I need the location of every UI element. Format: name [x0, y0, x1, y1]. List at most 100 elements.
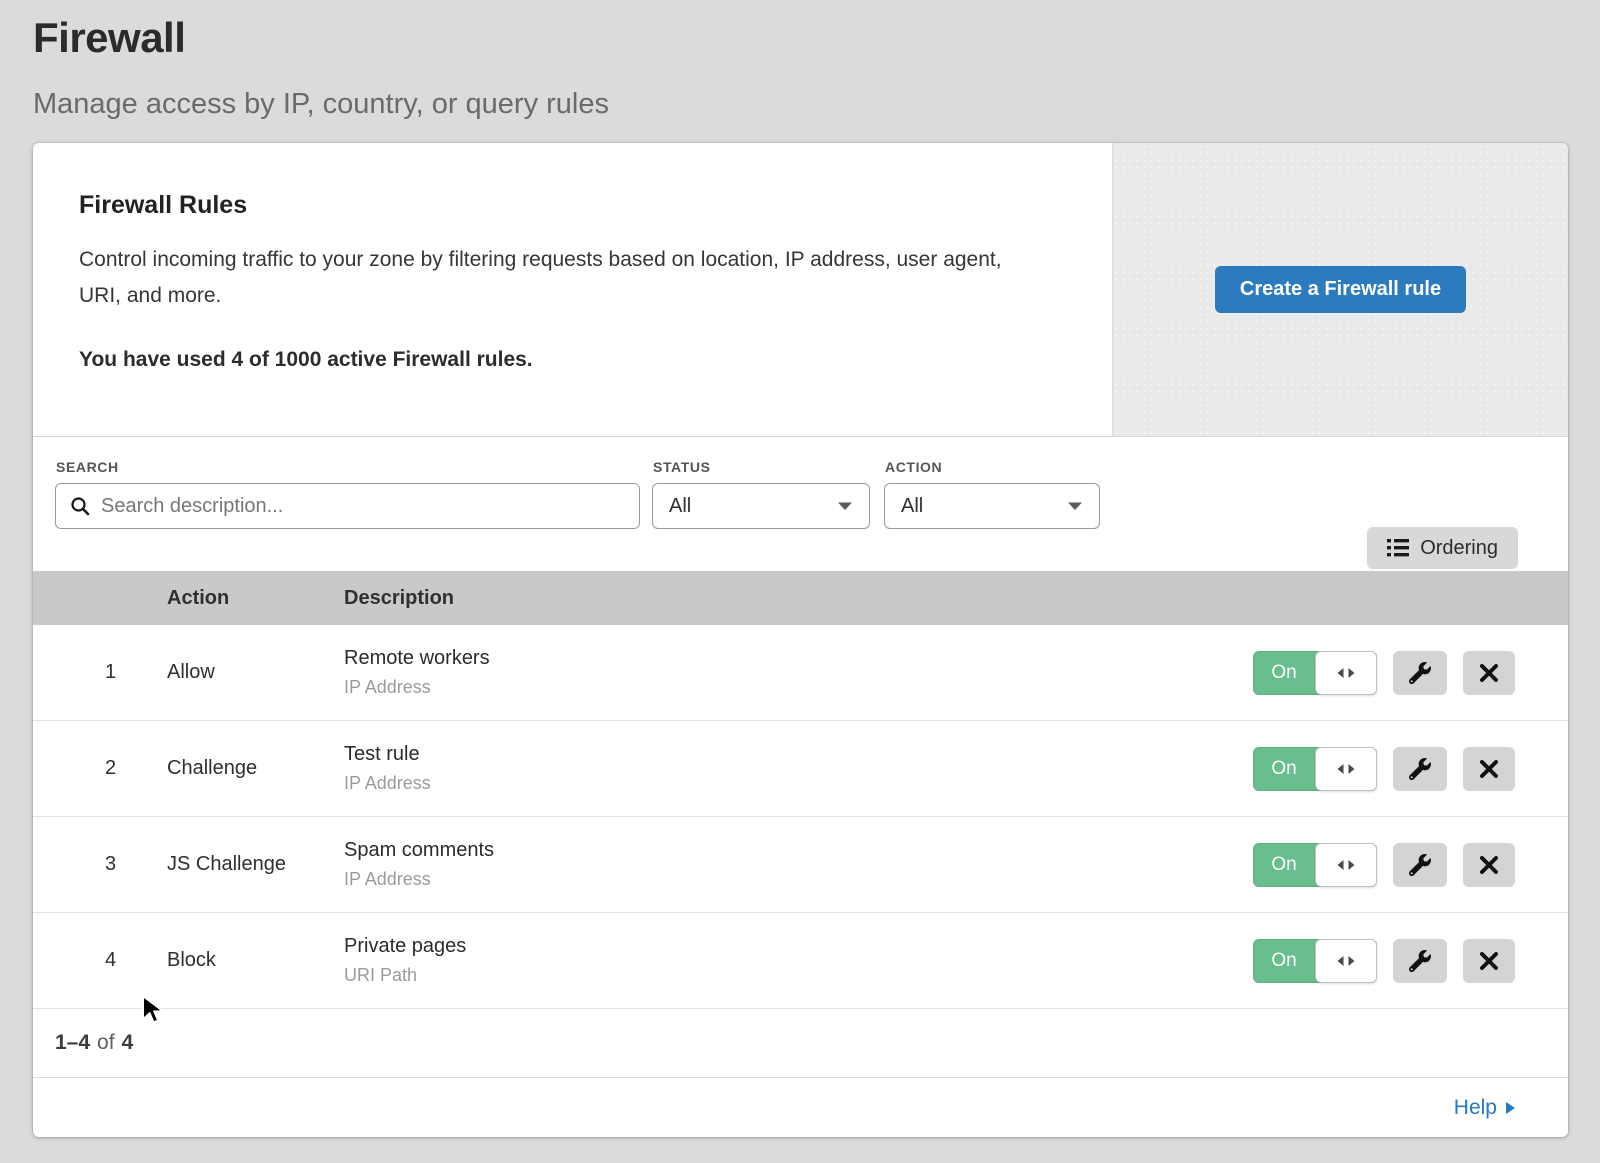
rule-match-type: IP Address — [344, 773, 1253, 794]
create-firewall-rule-button[interactable]: Create a Firewall rule — [1215, 266, 1466, 313]
close-icon — [1480, 952, 1498, 970]
toggle-state-label: On — [1253, 939, 1315, 983]
table-row: 1 Allow Remote workers IP Address On — [33, 625, 1568, 721]
action-column-header: Action — [167, 587, 344, 610]
rule-priority: 3 — [33, 853, 167, 876]
rule-description-cell: Spam comments IP Address — [344, 839, 1253, 890]
left-right-arrows-icon — [1337, 763, 1355, 775]
arrow-right-icon — [1505, 1101, 1516, 1115]
page-subtitle: Manage access by IP, country, or query r… — [33, 88, 1600, 121]
delete-rule-button[interactable] — [1463, 843, 1515, 887]
search-box[interactable] — [55, 483, 640, 529]
pagination-bar: 1–4 of 4 — [33, 1009, 1568, 1078]
delete-rule-button[interactable] — [1463, 747, 1515, 791]
edit-rule-button[interactable] — [1393, 939, 1447, 983]
edit-rule-button[interactable] — [1393, 651, 1447, 695]
edit-rule-button[interactable] — [1393, 747, 1447, 791]
rule-action: JS Challenge — [167, 853, 344, 876]
help-link-label: Help — [1454, 1096, 1497, 1120]
rule-description: Private pages — [344, 935, 1253, 958]
status-select[interactable]: All — [652, 483, 870, 529]
rule-description: Test rule — [344, 743, 1253, 766]
ordering-button-label: Ordering — [1420, 537, 1498, 560]
page-header: Firewall Manage access by IP, country, o… — [0, 0, 1600, 121]
toggle-knob[interactable] — [1315, 843, 1377, 887]
table-row: 3 JS Challenge Spam comments IP Address … — [33, 817, 1568, 913]
pagination-of: of — [97, 1031, 115, 1055]
rule-description: Spam comments — [344, 839, 1253, 862]
toggle-knob[interactable] — [1315, 651, 1377, 695]
create-rule-panel: Create a Firewall rule — [1112, 143, 1568, 436]
card-footer: Help — [33, 1078, 1568, 1137]
wrench-icon — [1409, 854, 1431, 876]
rule-match-type: IP Address — [344, 677, 1253, 698]
rule-action: Challenge — [167, 757, 344, 780]
table-row: 4 Block Private pages URI Path On — [33, 913, 1568, 1009]
action-filter-group: ACTION All — [884, 459, 1100, 529]
toggle-state-label: On — [1253, 747, 1315, 791]
delete-rule-button[interactable] — [1463, 939, 1515, 983]
rule-priority: 1 — [33, 661, 167, 684]
rule-controls: On — [1253, 939, 1568, 983]
search-input[interactable] — [101, 495, 625, 518]
intro-heading: Firewall Rules — [79, 191, 1066, 220]
action-select[interactable]: All — [884, 483, 1100, 529]
firewall-rules-card: Firewall Rules Control incoming traffic … — [33, 143, 1568, 1137]
rule-description-cell: Remote workers IP Address — [344, 647, 1253, 698]
pagination-range: 1–4 — [55, 1031, 90, 1055]
rule-enabled-toggle[interactable]: On — [1253, 939, 1377, 983]
wrench-icon — [1409, 950, 1431, 972]
help-link[interactable]: Help — [1454, 1096, 1516, 1120]
close-icon — [1480, 856, 1498, 874]
rule-controls: On — [1253, 843, 1568, 887]
toggle-state-label: On — [1253, 843, 1315, 887]
rule-action: Allow — [167, 661, 344, 684]
left-right-arrows-icon — [1337, 859, 1355, 871]
rule-action: Block — [167, 949, 344, 972]
ordered-list-icon — [1387, 538, 1409, 558]
rule-enabled-toggle[interactable]: On — [1253, 747, 1377, 791]
status-select-value: All — [669, 495, 691, 518]
status-filter-group: STATUS All — [652, 459, 870, 529]
rule-description-cell: Test rule IP Address — [344, 743, 1253, 794]
toggle-state-label: On — [1253, 651, 1315, 695]
search-filter-group: SEARCH — [55, 459, 640, 529]
rule-controls: On — [1253, 651, 1568, 695]
chevron-down-icon — [837, 501, 853, 511]
wrench-icon — [1409, 662, 1431, 684]
ordering-button[interactable]: Ordering — [1367, 527, 1518, 569]
status-label: STATUS — [653, 459, 870, 475]
rule-description-cell: Private pages URI Path — [344, 935, 1253, 986]
action-select-value: All — [901, 495, 923, 518]
intro-text-block: Firewall Rules Control incoming traffic … — [33, 143, 1112, 436]
description-column-header: Description — [344, 587, 1568, 610]
intro-description: Control incoming traffic to your zone by… — [79, 242, 1039, 314]
rule-match-type: URI Path — [344, 965, 1253, 986]
pagination-total: 4 — [122, 1031, 134, 1055]
rule-controls: On — [1253, 747, 1568, 791]
close-icon — [1480, 760, 1498, 778]
rule-match-type: IP Address — [344, 869, 1253, 890]
toggle-knob[interactable] — [1315, 939, 1377, 983]
chevron-down-icon — [1067, 501, 1083, 511]
search-label: SEARCH — [56, 459, 640, 475]
rule-enabled-toggle[interactable]: On — [1253, 651, 1377, 695]
left-right-arrows-icon — [1337, 667, 1355, 679]
wrench-icon — [1409, 758, 1431, 780]
usage-summary: You have used 4 of 1000 active Firewall … — [79, 348, 1066, 372]
action-label: ACTION — [885, 459, 1100, 475]
rule-priority: 4 — [33, 949, 167, 972]
delete-rule-button[interactable] — [1463, 651, 1515, 695]
rule-description: Remote workers — [344, 647, 1253, 670]
table-header: Action Description — [33, 571, 1568, 625]
close-icon — [1480, 664, 1498, 682]
rule-enabled-toggle[interactable]: On — [1253, 843, 1377, 887]
edit-rule-button[interactable] — [1393, 843, 1447, 887]
search-icon — [70, 496, 90, 516]
left-right-arrows-icon — [1337, 955, 1355, 967]
toggle-knob[interactable] — [1315, 747, 1377, 791]
intro-section: Firewall Rules Control incoming traffic … — [33, 143, 1568, 437]
table-row: 2 Challenge Test rule IP Address On — [33, 721, 1568, 817]
page-title: Firewall — [33, 14, 1600, 62]
rule-priority: 2 — [33, 757, 167, 780]
